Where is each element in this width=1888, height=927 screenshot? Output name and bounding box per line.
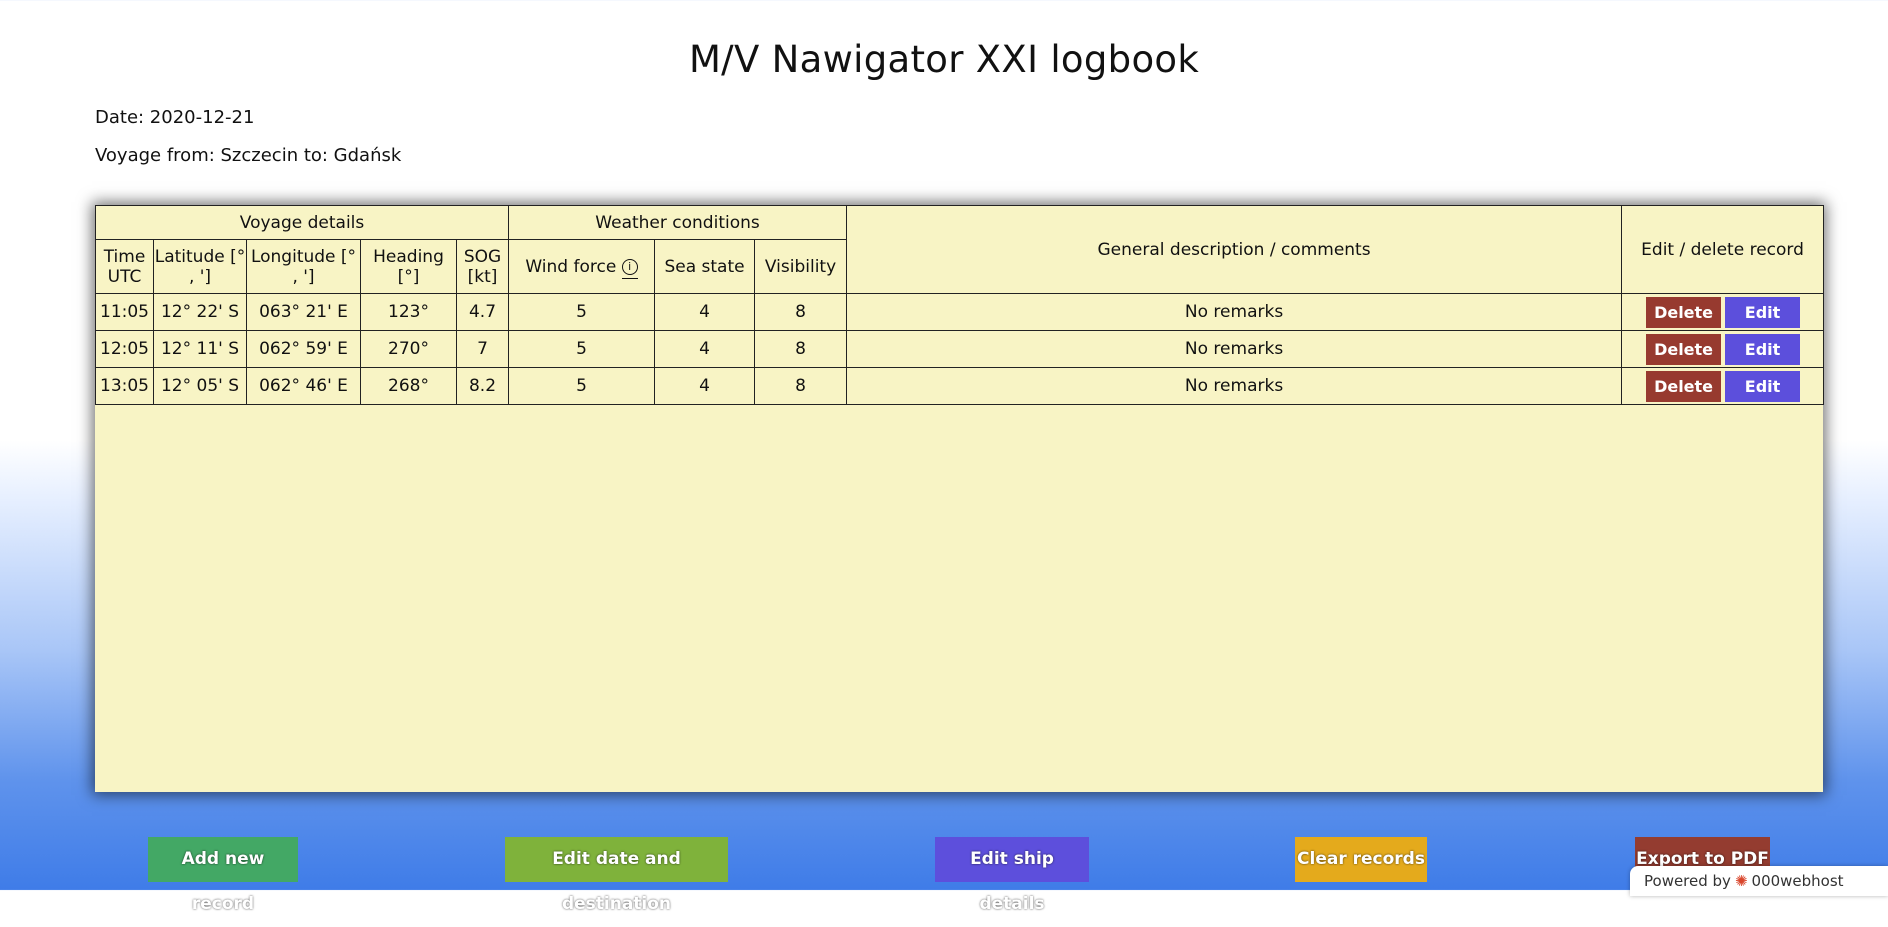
logbook-panel: Voyage details Weather conditions Genera…: [94, 205, 1825, 792]
wind-force-header: Wind force i: [508, 239, 656, 294]
visibility-cell: 8: [754, 293, 848, 331]
voyage-date: Date: 2020-12-21: [95, 107, 255, 128]
add-record-button[interactable]: Add new record: [148, 837, 298, 914]
page-title: M/V Nawigator XXI logbook: [688, 38, 1200, 81]
time-cell: 11:05: [95, 293, 154, 331]
visibility-cell: 8: [754, 330, 848, 368]
actions-cell: Delete Edit: [1621, 293, 1825, 331]
clear-records-button[interactable]: Clear records: [1295, 837, 1427, 882]
heading-cell: 270°: [360, 330, 457, 368]
powered-by-label: Powered by: [1644, 872, 1731, 890]
latitude-cell: 12° 22' S: [153, 293, 247, 331]
table-row: 11:05 12° 22' S 063° 21' E 123° 4.7 5 4 8 No rem…: [95, 293, 1825, 331]
wind-force-cell: 5: [508, 293, 656, 331]
time-cell: 13:05: [95, 367, 154, 405]
webhost-logo-icon: ✺: [1734, 872, 1748, 890]
voyage-route: Voyage from: Szczecin to: Gdańsk: [95, 145, 402, 166]
sea-state-cell: 4: [654, 293, 756, 331]
time-cell: 12:05: [95, 330, 154, 368]
time-header: Time UTC: [95, 239, 154, 294]
edit-button[interactable]: Edit: [1725, 370, 1801, 402]
wind-force-cell: 5: [508, 367, 656, 405]
wind-force-label: Wind force: [525, 256, 617, 277]
actions-header: Edit / delete record: [1621, 205, 1825, 294]
sea-state-header: Sea state: [654, 239, 756, 294]
remarks-cell: No remarks: [846, 367, 1623, 405]
edit-button[interactable]: Edit: [1725, 333, 1801, 365]
visibility-cell: 8: [754, 367, 848, 405]
latitude-cell: 12° 11' S: [153, 330, 247, 368]
weather-conditions-header: Weather conditions: [508, 205, 848, 240]
longitude-header: Longitude [° , ']: [246, 239, 361, 294]
logbook-body: 11:05 12° 22' S 063° 21' E 123° 4.7 5 4 8 No rem…: [95, 293, 1825, 405]
actions-cell: Delete Edit: [1621, 367, 1825, 405]
delete-button[interactable]: Delete: [1646, 333, 1722, 365]
table-row: 13:05 12° 05' S 062° 46' E 268° 8.2 5 4 8 No rem…: [95, 367, 1825, 405]
voyage-details-header: Voyage details: [94, 205, 510, 240]
delete-button[interactable]: Delete: [1646, 296, 1722, 328]
info-icon: i: [621, 258, 638, 275]
webhost-brand: 000webhost: [1751, 872, 1844, 890]
hosting-badge[interactable]: Powered by ✺ 000webhost: [1630, 866, 1888, 896]
wind-force-cell: 5: [508, 330, 656, 368]
longitude-cell: 062° 59' E: [246, 330, 361, 368]
heading-header: Heading [°]: [360, 239, 457, 294]
heading-cell: 123°: [360, 293, 457, 331]
description-header: General description / comments: [846, 205, 1623, 294]
edit-date-destination-button[interactable]: Edit date and destination: [505, 837, 728, 914]
sea-state-cell: 4: [654, 367, 756, 405]
edit-button[interactable]: Edit: [1725, 296, 1801, 328]
remarks-cell: No remarks: [846, 330, 1623, 368]
table-row: 12:05 12° 11' S 062° 59' E 270° 7 5 4 8 No remar…: [95, 330, 1825, 368]
longitude-cell: 063° 21' E: [246, 293, 361, 331]
latitude-header: Latitude [° , ']: [153, 239, 247, 294]
longitude-cell: 062° 46' E: [246, 367, 361, 405]
remarks-cell: No remarks: [846, 293, 1623, 331]
sog-header: SOG [kt]: [455, 239, 510, 294]
sog-cell: 4.7: [455, 293, 510, 331]
delete-button[interactable]: Delete: [1646, 370, 1722, 402]
logbook-table: Voyage details Weather conditions Genera…: [94, 205, 1825, 405]
latitude-cell: 12° 05' S: [153, 367, 247, 405]
heading-cell: 268°: [360, 367, 457, 405]
wind-force-info[interactable]: i: [621, 256, 638, 279]
sog-cell: 7: [455, 330, 510, 368]
edit-ship-details-button[interactable]: Edit ship details: [935, 837, 1089, 914]
sog-cell: 8.2: [455, 367, 510, 405]
actions-cell: Delete Edit: [1621, 330, 1825, 368]
sea-state-cell: 4: [654, 330, 756, 368]
visibility-header: Visibility: [754, 239, 848, 294]
